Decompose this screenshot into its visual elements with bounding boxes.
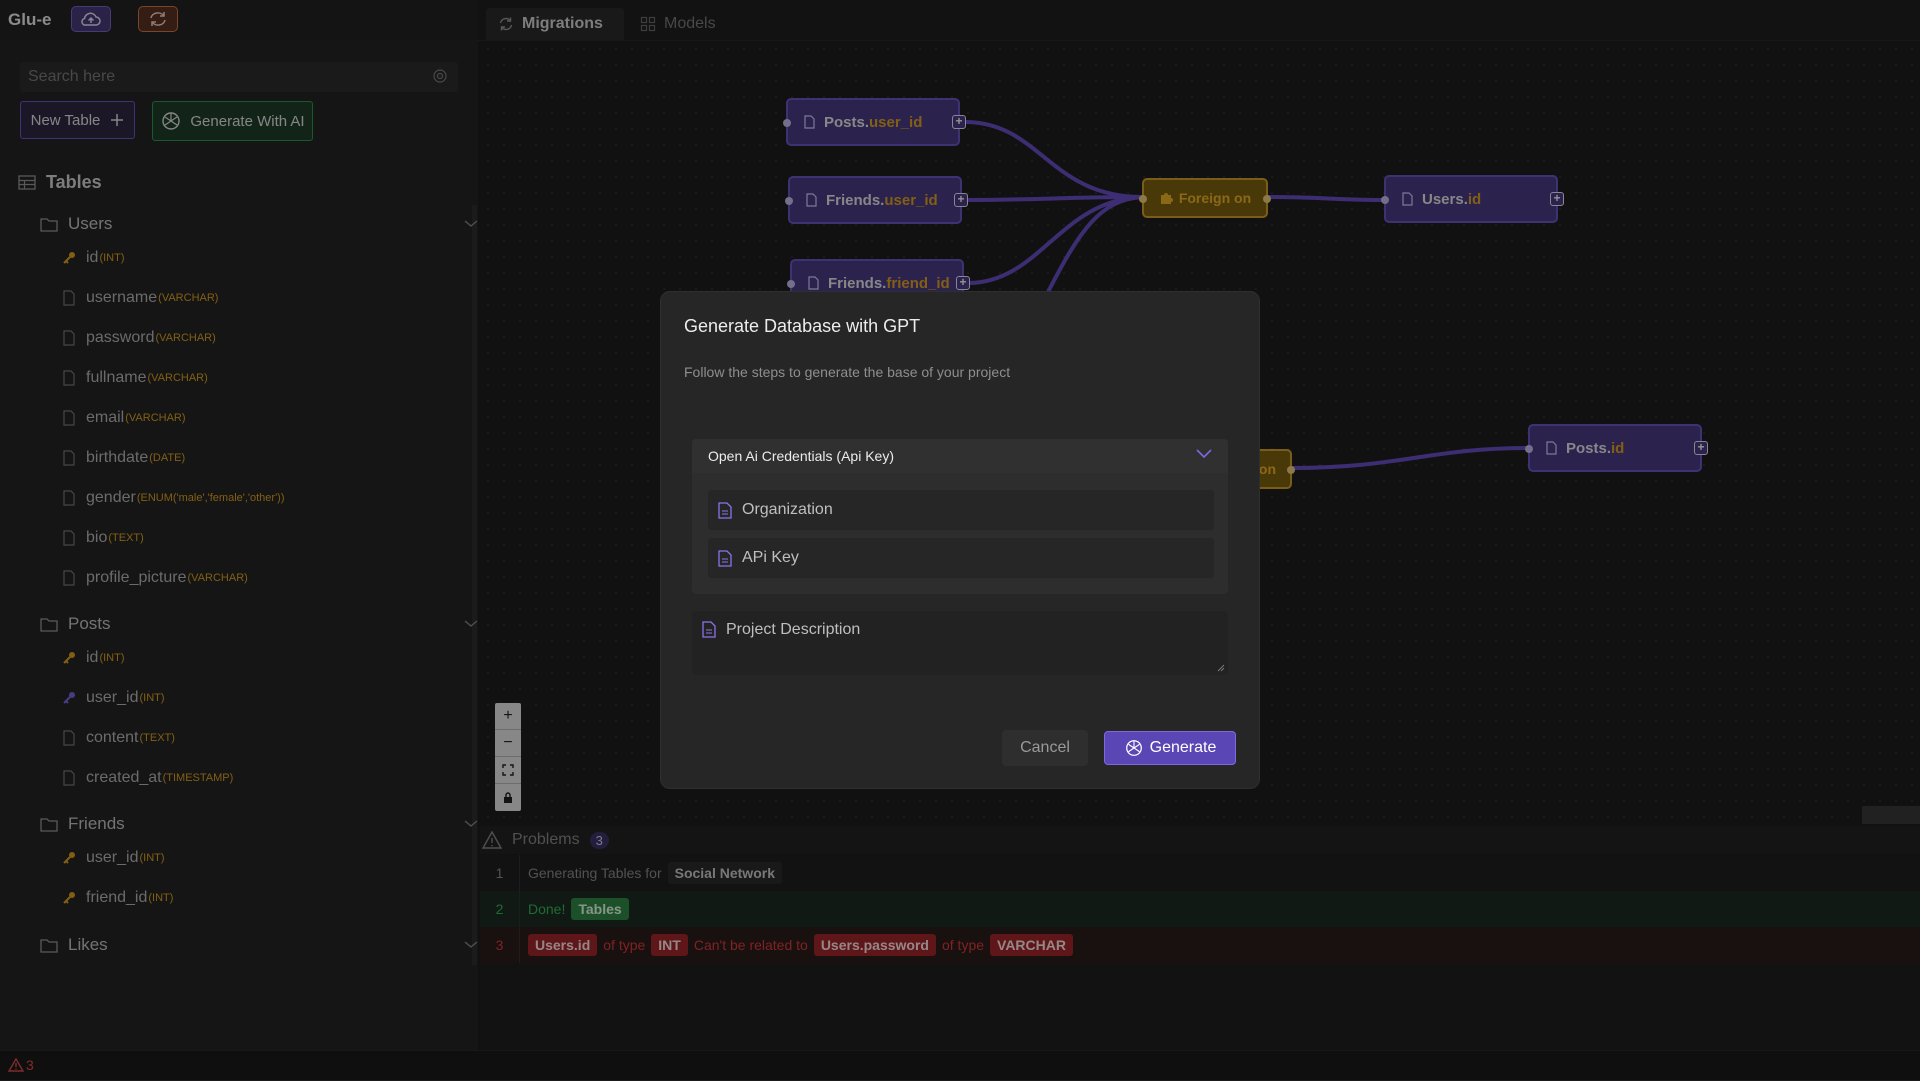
api-key-field[interactable]: APi Key [708,538,1214,578]
api-key-placeholder: APi Key [742,549,799,566]
credentials-panel: Open Ai Credentials (Api Key) Organizati… [692,439,1228,594]
generate-label: Generate [1149,739,1217,756]
dialog-subtitle: Follow the steps to generate the base of… [684,364,1011,380]
organization-placeholder: Organization [742,501,833,518]
project-description-placeholder: Project Description [726,621,861,638]
resize-grip-icon[interactable] [1217,664,1225,672]
generate-db-dialog: Generate Database with GPT Follow the st… [660,291,1260,789]
chevron-down-icon [1196,449,1212,459]
file-icon [718,501,732,519]
file-icon [718,549,732,567]
cancel-button[interactable]: Cancel [1002,730,1088,766]
file-icon [702,621,716,638]
organization-field[interactable]: Organization [708,490,1214,530]
generate-button[interactable]: Generate [1104,731,1236,765]
openai-icon [1125,740,1142,756]
dialog-title: Generate Database with GPT [684,316,921,336]
project-description-field[interactable]: Project Description [692,611,1228,675]
credentials-label: Open Ai Credentials (Api Key) [708,448,894,464]
credentials-accordion-header[interactable]: Open Ai Credentials (Api Key) [692,439,1228,473]
